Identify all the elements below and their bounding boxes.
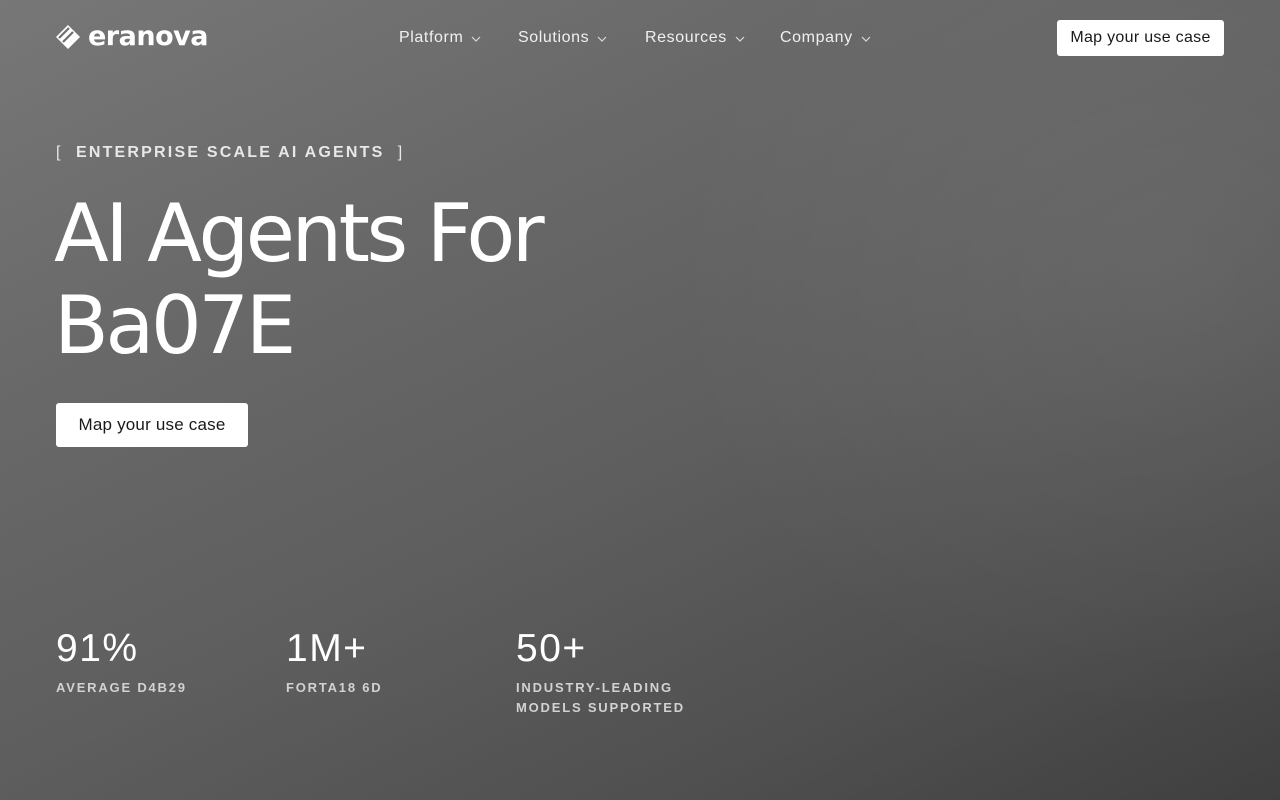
chevron-down-icon <box>735 29 745 47</box>
chevron-down-icon <box>471 29 481 47</box>
stat-value: 50+ <box>516 627 587 670</box>
hero-headline: AI Agents For Ba07E <box>54 188 754 372</box>
nav-item-platform[interactable]: Platform <box>399 27 518 49</box>
header-cta-button[interactable]: Map your use case <box>1057 20 1224 56</box>
hero-cta-button[interactable]: Map your use case <box>56 403 248 447</box>
stat-label: INDUSTRY-LEADING MODELS SUPPORTED <box>516 680 685 715</box>
nav-item-label: Solutions <box>518 29 590 46</box>
stat-value: 1M+ <box>286 627 368 670</box>
brand-name: eranova <box>88 21 208 52</box>
diamond-logo-icon <box>56 25 80 49</box>
chevron-down-icon <box>861 29 871 47</box>
brand-logo[interactable]: eranova <box>56 22 208 52</box>
stat-item: 91% AVERAGE D4B29 <box>56 626 256 698</box>
eyebrow-open-bracket: [ <box>56 144 63 161</box>
eyebrow-text: ENTERPRISE SCALE AI AGENTS <box>75 144 385 161</box>
chevron-down-icon <box>597 29 607 47</box>
stat-item: 50+ INDUSTRY-LEADING MODELS SUPPORTED <box>516 626 716 718</box>
stat-item: 1M+ FORTA18 6D <box>286 626 486 698</box>
site-header: eranova Platform Solutions Resources Com… <box>0 0 1280 76</box>
nav-item-label: Company <box>780 29 853 46</box>
nav-item-label: Platform <box>399 29 464 46</box>
stat-value: 91% <box>56 627 139 670</box>
hero-eyebrow: [ ENTERPRISE SCALE AI AGENTS ] <box>56 144 404 162</box>
stat-label: FORTA18 6D <box>286 680 383 695</box>
nav-item-resources[interactable]: Resources <box>645 27 780 49</box>
nav-item-company[interactable]: Company <box>780 27 880 49</box>
nav-item-label: Resources <box>645 29 727 46</box>
eyebrow-close-bracket: ] <box>397 144 405 161</box>
headline-line-2: Ba07E <box>54 279 296 372</box>
main-nav: Platform Solutions Resources Company <box>399 27 880 49</box>
nav-item-solutions[interactable]: Solutions <box>518 27 645 49</box>
headline-line-1: AI Agents For <box>54 187 545 280</box>
stat-label: AVERAGE D4B29 <box>56 680 187 695</box>
